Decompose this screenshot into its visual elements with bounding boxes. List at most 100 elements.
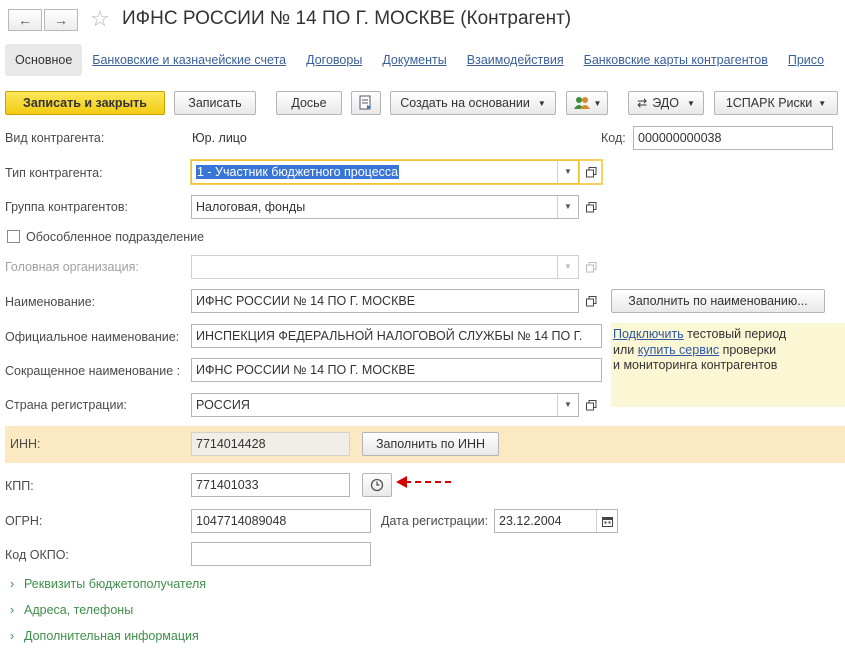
chevron-down-icon[interactable]: ▼ xyxy=(557,256,578,278)
chevron-down-icon: ▼ xyxy=(818,98,827,108)
fill-by-name-button[interactable]: Заполнить по наименованию... xyxy=(611,289,825,313)
edo-label: ЭДО xyxy=(652,96,679,110)
tab-bank-cards[interactable]: Банковские карты контрагентов xyxy=(574,44,778,76)
separate-division-checkbox[interactable] xyxy=(7,230,20,243)
head-org-open-button[interactable] xyxy=(582,255,600,279)
tab-documents[interactable]: Документы xyxy=(372,44,456,76)
ogrn-value: 1047714089048 xyxy=(196,514,287,528)
inn-label: ИНН: xyxy=(10,437,41,451)
short-name-field[interactable]: ИФНС РОССИИ № 14 ПО Г. МОСКВЕ xyxy=(191,358,602,382)
promo-line-1: Подключить тестовый период xyxy=(613,327,786,341)
promo-text-2: проверки xyxy=(719,343,777,357)
report-button[interactable] xyxy=(351,91,381,115)
code-field[interactable]: 000000000038 xyxy=(633,126,833,150)
section-budget-recipient[interactable]: › Реквизиты бюджетополучателя xyxy=(10,577,206,591)
type-focus-frame xyxy=(579,159,603,185)
tab-contracts[interactable]: Договоры xyxy=(296,44,372,76)
kpp-label: КПП: xyxy=(5,479,34,493)
section-additional-info[interactable]: › Дополнительная информация xyxy=(10,629,199,643)
kpp-value: 771401033 xyxy=(196,478,259,492)
kpp-history-button[interactable] xyxy=(362,473,392,497)
head-org-select[interactable]: ▼ xyxy=(191,255,579,279)
arrow-right-icon: → xyxy=(54,12,68,28)
tab-bar: Основное Банковские и казначейские счета Д… xyxy=(5,44,845,76)
chevron-right-icon: › xyxy=(10,629,15,643)
report-icon xyxy=(359,95,371,110)
kpp-field[interactable]: 771401033 xyxy=(191,473,350,497)
code-label: Код: xyxy=(601,131,626,145)
group-open-button[interactable] xyxy=(582,195,600,219)
create-based-on-button[interactable]: Создать на основании ▼ xyxy=(390,91,556,115)
short-name-label: Сокращенное наименование : xyxy=(5,364,181,378)
open-window-icon xyxy=(585,399,596,410)
arrow-left-icon: ← xyxy=(18,12,32,28)
group-select[interactable]: Налоговая, фонды ▼ xyxy=(191,195,579,219)
chevron-down-icon: ▼ xyxy=(686,98,695,108)
name-label: Наименование: xyxy=(5,295,96,309)
reg-date-value: 23.12.2004 xyxy=(499,514,562,528)
separate-division-label: Обособленное подразделение xyxy=(26,230,205,244)
promo-text-1: тестовый период xyxy=(683,327,787,341)
edo-button[interactable]: ⇄ ЭДО ▼ xyxy=(628,91,704,115)
country-value: РОССИЯ xyxy=(196,398,250,412)
section-budget-recipient-label: Реквизиты бюджетополучателя xyxy=(24,577,207,591)
type-label: Тип контрагента: xyxy=(5,166,103,180)
tab-main[interactable]: Основное xyxy=(5,44,83,76)
open-window-icon xyxy=(585,201,596,212)
group-label: Группа контрагентов: xyxy=(5,200,128,214)
promo-or: или xyxy=(613,343,638,357)
head-org-label: Головная организация: xyxy=(5,260,139,274)
annotation-arrow-icon xyxy=(396,476,452,488)
open-window-icon xyxy=(585,295,596,306)
tab-bank-accounts[interactable]: Банковские и казначейские счета xyxy=(82,44,296,76)
country-label: Страна регистрации: xyxy=(5,398,127,412)
dossier-button[interactable]: Досье xyxy=(276,91,342,115)
chevron-down-icon[interactable]: ▼ xyxy=(557,161,578,183)
kind-label: Вид контрагента: xyxy=(5,131,105,145)
back-button[interactable]: ← xyxy=(8,9,42,31)
section-addresses-phones-label: Адреса, телефоны xyxy=(24,603,134,617)
country-open-button[interactable] xyxy=(582,393,600,417)
chevron-right-icon: › xyxy=(10,577,15,591)
save-button[interactable]: Записать xyxy=(174,91,256,115)
promo-line-2: или купить сервис проверки xyxy=(613,343,776,357)
section-addresses-phones[interactable]: › Адреса, телефоны xyxy=(10,603,133,617)
history-icon xyxy=(370,478,384,492)
tab-more[interactable]: Присо xyxy=(778,44,834,76)
country-select[interactable]: РОССИЯ ▼ xyxy=(191,393,579,417)
users-menu-button[interactable]: ▼ xyxy=(566,91,608,115)
star-icon[interactable]: ☆ xyxy=(90,6,110,32)
group-value: Налоговая, фонды xyxy=(196,200,306,214)
chevron-down-icon: ▼ xyxy=(593,98,602,108)
save-and-close-button[interactable]: Записать и закрыть xyxy=(5,91,165,115)
chevron-down-icon[interactable]: ▼ xyxy=(557,394,578,416)
spark-risks-button[interactable]: 1СПАРК Риски ▼ xyxy=(714,91,838,115)
promo-line-3: и мониторинга контрагентов xyxy=(613,358,778,372)
users-icon xyxy=(573,97,590,109)
forward-button[interactable]: → xyxy=(44,9,78,31)
ogrn-label: ОГРН: xyxy=(5,514,43,528)
name-field[interactable]: ИФНС РОССИИ № 14 ПО Г. МОСКВЕ xyxy=(191,289,579,313)
reg-date-label: Дата регистрации: xyxy=(381,514,489,528)
connect-link[interactable]: Подключить xyxy=(613,327,684,341)
short-name-value: ИФНС РОССИИ № 14 ПО Г. МОСКВЕ xyxy=(196,363,416,377)
official-name-label: Официальное наименование: xyxy=(5,330,180,344)
official-name-value: ИНСПЕКЦИЯ ФЕДЕРАЛЬНОЙ НАЛОГОВОЙ СЛУЖБЫ №… xyxy=(196,329,583,343)
okpo-label: Код ОКПО: xyxy=(5,548,69,562)
create-based-on-label: Создать на основании xyxy=(400,96,530,110)
section-additional-info-label: Дополнительная информация xyxy=(24,629,199,643)
edo-icon: ⇄ xyxy=(637,96,648,110)
calendar-icon[interactable] xyxy=(596,510,617,532)
ogrn-field[interactable]: 1047714089048 xyxy=(191,509,371,533)
inn-field[interactable]: 7714014428 xyxy=(191,432,350,456)
name-open-button[interactable] xyxy=(582,289,600,313)
buy-service-link[interactable]: купить сервис xyxy=(638,343,719,357)
reg-date-field[interactable]: 23.12.2004 xyxy=(494,509,618,533)
type-select[interactable]: 1 - Участник бюджетного процесса ▼ xyxy=(191,160,579,184)
fill-by-inn-button[interactable]: Заполнить по ИНН xyxy=(362,432,499,456)
tab-interactions[interactable]: Взаимодействия xyxy=(457,44,574,76)
chevron-down-icon[interactable]: ▼ xyxy=(557,196,578,218)
official-name-field[interactable]: ИНСПЕКЦИЯ ФЕДЕРАЛЬНОЙ НАЛОГОВОЙ СЛУЖБЫ №… xyxy=(191,324,602,348)
inn-value: 7714014428 xyxy=(196,437,266,451)
okpo-field[interactable] xyxy=(191,542,371,566)
